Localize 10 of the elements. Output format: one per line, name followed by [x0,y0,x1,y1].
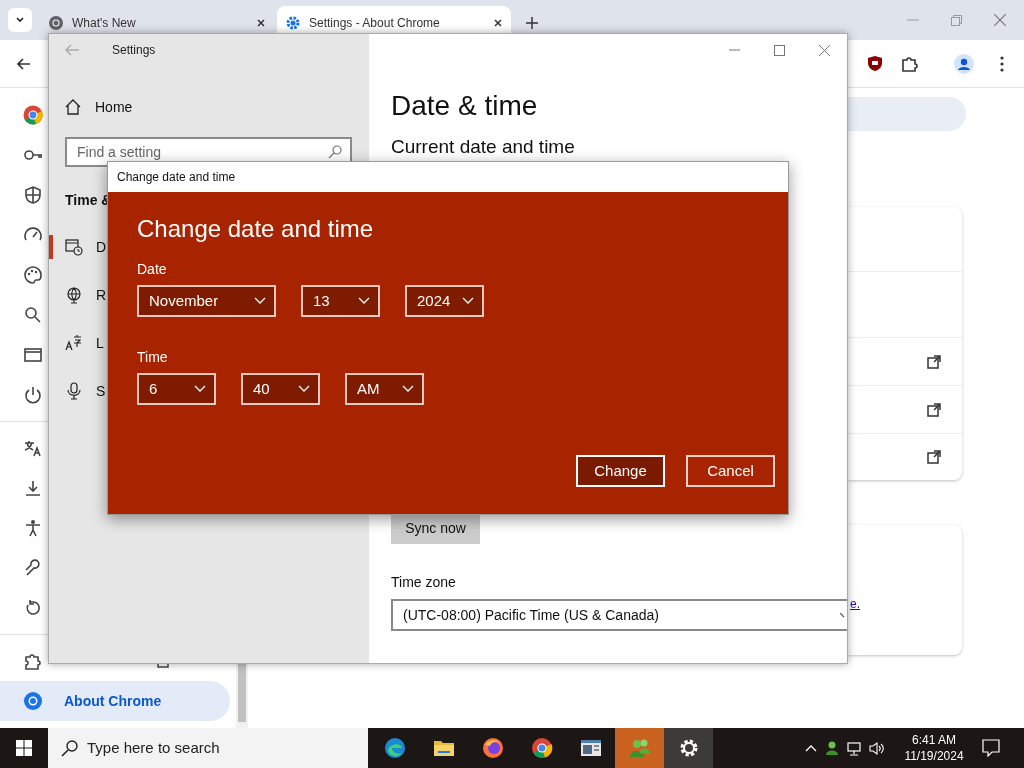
section-heading: Current date and time [391,135,576,159]
tab-title: What's New [72,15,137,32]
field-label: Time zone [391,573,457,591]
tab-title: Settings - About Chrome [309,15,441,32]
window-title: Settings [112,42,156,59]
page-title: Date & time [391,89,539,123]
field-label: Time [137,348,169,366]
dialog-title: Change date and time [137,215,375,243]
window-title: Change date and time [117,169,236,186]
field-label: Date [137,260,168,278]
